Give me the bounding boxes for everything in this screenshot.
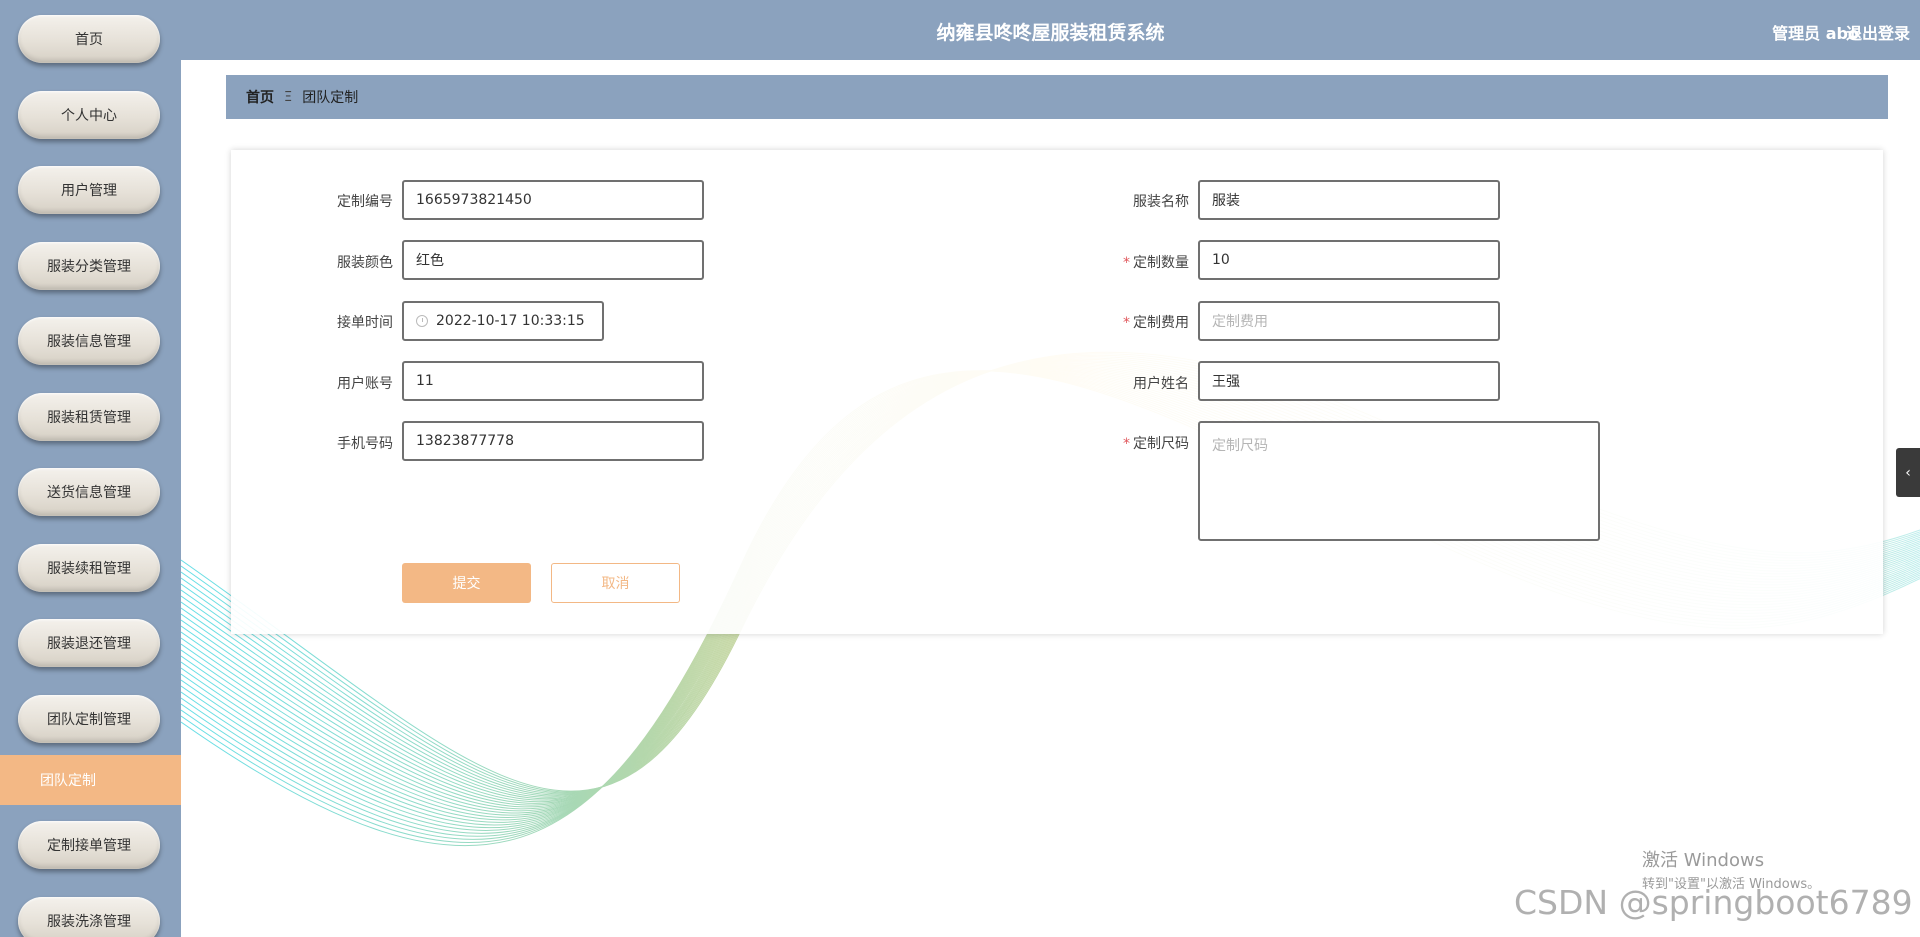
breadcrumb-home[interactable]: 首页 bbox=[246, 87, 274, 107]
required-mark: * bbox=[1123, 315, 1130, 331]
fee-label-text: 定制费用 bbox=[1133, 315, 1189, 331]
collapse-panel-button[interactable]: ‹ bbox=[1896, 448, 1920, 497]
breadcrumb-current: 团队定制 bbox=[302, 90, 359, 106]
sidebar: 首页 个人中心 用户管理 服装分类管理 服装信息管理 服装租赁管理 送货信息管理… bbox=[0, 0, 181, 937]
order-no-input[interactable]: 1665973821450 bbox=[402, 180, 704, 220]
required-mark: * bbox=[1123, 255, 1130, 271]
order-no-label: 定制编号 bbox=[337, 194, 393, 210]
sidebar-item-rental[interactable]: 服装租赁管理 bbox=[18, 393, 160, 441]
sidebar-item-users[interactable]: 用户管理 bbox=[18, 166, 160, 214]
sidebar-item-garment-category[interactable]: 服装分类管理 bbox=[18, 242, 160, 290]
size-textarea[interactable]: 定制尺码 bbox=[1198, 421, 1600, 541]
team-custom-form: 定制编号 1665973821450 服装名称 服装 服装颜色 红色 * 定制数量… bbox=[231, 150, 1883, 634]
app-title: 纳雍县咚咚屋服装租赁系统 bbox=[936, 22, 1165, 44]
clock-icon bbox=[416, 315, 428, 327]
color-input[interactable]: 红色 bbox=[402, 240, 704, 280]
accept-time-label: 接单时间 bbox=[337, 315, 393, 331]
sidebar-item-washing[interactable]: 服装洗涤管理 bbox=[18, 897, 160, 937]
sidebar-item-team-custom[interactable]: 团队定制管理 bbox=[18, 695, 160, 743]
garment-name-label: 服装名称 bbox=[1133, 194, 1189, 210]
sidebar-subitem-team-custom[interactable]: 团队定制 bbox=[0, 755, 181, 805]
quantity-label: * 定制数量 bbox=[1069, 252, 1189, 272]
size-label-text: 定制尺码 bbox=[1133, 436, 1189, 452]
windows-activation-title: 激活 Windows bbox=[1642, 850, 1765, 871]
breadcrumb-separator-icon: Ξ bbox=[284, 89, 293, 105]
phone-input[interactable]: 13823877778 bbox=[402, 421, 704, 461]
fee-label: * 定制费用 bbox=[1069, 312, 1189, 332]
size-label: * 定制尺码 bbox=[1069, 433, 1189, 453]
garment-name-input[interactable]: 服装 bbox=[1198, 180, 1500, 220]
sidebar-item-renewal[interactable]: 服装续租管理 bbox=[18, 544, 160, 592]
account-input[interactable]: 11 bbox=[402, 361, 704, 401]
username-input[interactable]: 王强 bbox=[1198, 361, 1500, 401]
quantity-label-text: 定制数量 bbox=[1133, 255, 1189, 271]
breadcrumb: 首页 Ξ 团队定制 bbox=[226, 75, 1888, 119]
logout-link[interactable]: 退出登录 bbox=[1846, 20, 1910, 44]
username-label: 用户姓名 bbox=[1133, 376, 1189, 392]
top-header: 纳雍县咚咚屋服装租赁系统 管理员 abo 退出登录 bbox=[181, 0, 1920, 60]
quantity-input[interactable]: 10 bbox=[1198, 240, 1500, 280]
submit-button[interactable]: 提交 bbox=[402, 563, 531, 603]
chevron-left-icon: ‹ bbox=[1905, 464, 1911, 481]
color-label: 服装颜色 bbox=[337, 255, 393, 271]
account-label: 用户账号 bbox=[337, 376, 393, 392]
sidebar-item-profile[interactable]: 个人中心 bbox=[18, 91, 160, 139]
csdn-watermark: CSDN @springboot6789 bbox=[1514, 883, 1913, 922]
accept-time-value: 2022-10-17 10:33:15 bbox=[436, 313, 585, 329]
sidebar-item-delivery[interactable]: 送货信息管理 bbox=[18, 468, 160, 516]
sidebar-item-return[interactable]: 服装退还管理 bbox=[18, 619, 160, 667]
sidebar-item-garment-info[interactable]: 服装信息管理 bbox=[18, 317, 160, 365]
accept-time-picker[interactable]: 2022-10-17 10:33:15 bbox=[402, 301, 604, 341]
sidebar-item-home[interactable]: 首页 bbox=[18, 15, 160, 63]
fee-input[interactable]: 定制费用 bbox=[1198, 301, 1500, 341]
cancel-button[interactable]: 取消 bbox=[551, 563, 680, 603]
required-mark: * bbox=[1123, 436, 1130, 452]
sidebar-item-custom-orders[interactable]: 定制接单管理 bbox=[18, 821, 160, 869]
phone-label: 手机号码 bbox=[337, 436, 393, 452]
